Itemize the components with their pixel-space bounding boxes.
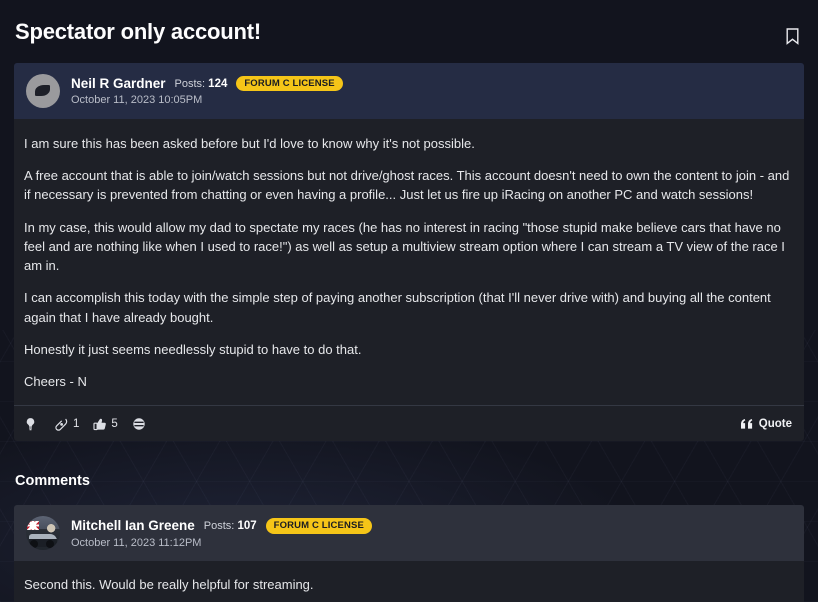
post-paragraph: I can accomplish this today with the sim… (24, 290, 771, 325)
post-footer: 1 5 Quote (14, 405, 804, 442)
emoji-face-icon (132, 417, 146, 431)
license-badge: FORUM C LICENSE (236, 75, 343, 92)
original-post: Neil R Gardner Posts: 124 FORUM C LICENS… (14, 63, 804, 442)
comments-heading: Comments (15, 473, 90, 490)
post-count: Posts: 124 (175, 78, 228, 90)
thread-page: Spectator only account! Neil R Gardner P… (0, 0, 818, 602)
thread-header: Spectator only account! (14, 0, 804, 63)
reaction-agree[interactable]: 5 (93, 417, 118, 431)
quote-button-label: Quote (758, 417, 792, 430)
comment-post: Mitchell Ian Greene Posts: 107 FORUM C L… (14, 505, 804, 602)
avatar[interactable] (26, 516, 60, 551)
author-name[interactable]: Mitchell Ian Greene (71, 518, 195, 533)
author-name[interactable]: Neil R Gardner (71, 76, 166, 91)
comment-body: Second this. Would be really helpful for… (14, 561, 804, 602)
post-paragraph: I am sure this has been asked before but… (24, 136, 475, 151)
thumbs-up-icon (93, 417, 107, 431)
comment-timestamp: October 11, 2023 11:12PM (71, 536, 202, 549)
post-timestamp: October 11, 2023 10:05PM (71, 94, 203, 107)
quote-mark-icon (740, 418, 753, 429)
post-body: I am sure this has been asked before but… (14, 119, 804, 406)
avatar-wheel-graphic (46, 540, 54, 549)
post-count: Posts: 107 (204, 520, 257, 532)
reaction-bar: 1 5 (24, 417, 150, 431)
post-paragraph: Cheers - N (24, 374, 87, 390)
comment-paragraph: Second this. Would be really helpful for… (24, 577, 314, 593)
post-paragraph: In my case, this would allow my dad to s… (24, 219, 785, 274)
post-count-value: 124 (208, 77, 228, 90)
reaction-count: 1 (73, 417, 80, 430)
reaction-face[interactable] (132, 417, 150, 431)
post-header: Neil R Gardner Posts: 124 FORUM C LICENS… (14, 63, 804, 119)
post-paragraph: Honestly it just seems needlessly stupid… (24, 341, 362, 357)
comment-author-meta: Mitchell Ian Greene Posts: 107 FORUM C L… (71, 518, 373, 549)
post-count-label: Posts: (203, 519, 235, 532)
like-icon (55, 417, 69, 431)
reaction-like[interactable]: 1 (55, 417, 79, 431)
avatar[interactable] (26, 74, 60, 108)
bookmark-button[interactable] (781, 24, 803, 48)
reaction-insightful[interactable] (24, 417, 41, 431)
lightbulb-icon (24, 417, 37, 431)
bookmark-icon (786, 27, 799, 45)
post-count-value: 107 (237, 519, 257, 532)
post-paragraph: A free account that is able to join/watc… (24, 168, 790, 203)
avatar-wheel-graphic (30, 540, 38, 549)
quote-button[interactable]: Quote (739, 416, 794, 432)
reaction-count: 5 (111, 417, 118, 430)
avatar-flag-graphic (27, 521, 39, 531)
post-author-meta: Neil R Gardner Posts: 124 FORUM C LICENS… (71, 75, 343, 107)
post-count-label: Posts: (174, 77, 206, 90)
comment-header: Mitchell Ian Greene Posts: 107 FORUM C L… (14, 505, 804, 562)
page-title: Spectator only account! (15, 19, 261, 44)
license-badge: FORUM C LICENSE (265, 518, 373, 534)
